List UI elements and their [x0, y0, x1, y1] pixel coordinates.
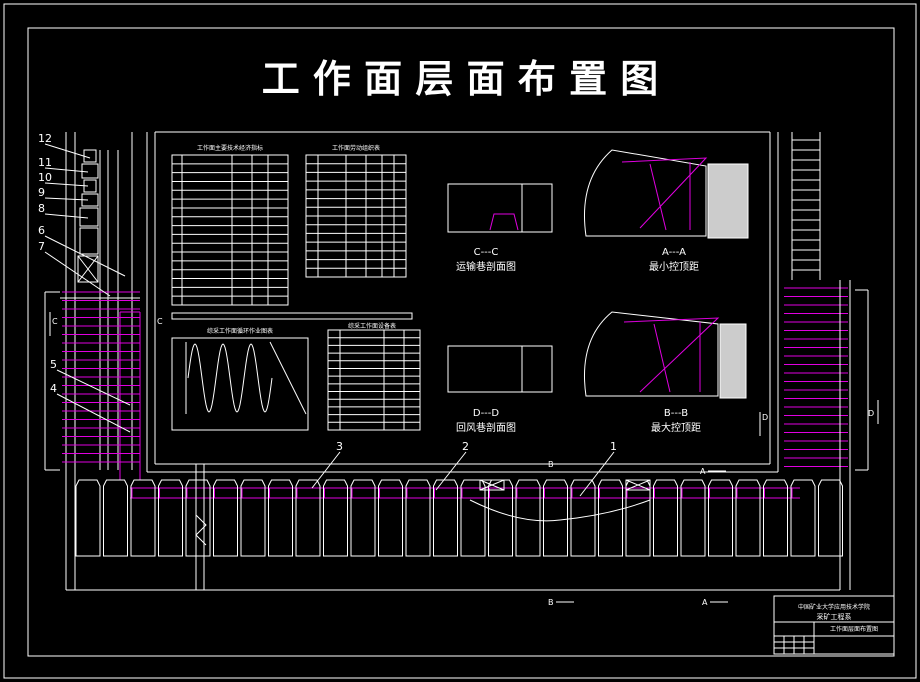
- table-cycle: 综采工作面循环作业图表: [171, 312, 413, 431]
- svg-text:C: C: [52, 317, 58, 326]
- svg-text:综采工作面设备表: 综采工作面设备表: [348, 322, 396, 330]
- callout-9: 9: [38, 186, 45, 199]
- titleblock-drawing: 工作面层面布置图: [830, 625, 878, 633]
- svg-text:D: D: [762, 413, 768, 422]
- drawing-canvas: 工 作 面 层 面 布 置 图 12 11 10 9 8 6 7 5 4 C C…: [0, 0, 920, 682]
- section-dd: D---D 回风巷剖面图: [447, 345, 553, 434]
- callout-8: 8: [38, 202, 45, 215]
- titleblock-school: 中国矿业大学应用技术学院: [798, 603, 870, 611]
- svg-text:A---A: A---A: [662, 247, 686, 258]
- svg-text:B---B: B---B: [664, 408, 688, 419]
- direction-markers: B A B A: [548, 460, 728, 607]
- callout-6: 6: [38, 224, 45, 237]
- callout-2: 2: [462, 440, 469, 453]
- svg-text:综采工作面循环作业图表: 综采工作面循环作业图表: [207, 327, 273, 335]
- callout-11: 11: [38, 156, 52, 169]
- svg-text:工作面劳动组织表: 工作面劳动组织表: [332, 144, 380, 152]
- title-block: 中国矿业大学应用技术学院 采矿工程系 工作面层面布置图: [773, 595, 895, 655]
- drawing-title: 工 作 面 层 面 布 置 图: [262, 57, 659, 101]
- callout-5: 5: [50, 358, 57, 371]
- svg-text:最大控顶距: 最大控顶距: [651, 421, 701, 434]
- svg-text:最小控顶距: 最小控顶距: [649, 260, 699, 273]
- svg-text:C: C: [157, 317, 163, 326]
- table-equipment: 综采工作面设备表: [327, 322, 421, 431]
- svg-text:B: B: [548, 460, 554, 469]
- table-tech-indicators: 工作面主要技术经济指标: [171, 144, 289, 306]
- svg-text:回风巷剖面图: 回风巷剖面图: [456, 421, 516, 434]
- svg-text:B: B: [548, 598, 554, 607]
- svg-text:D: D: [868, 409, 874, 418]
- outer-frame: [3, 3, 917, 679]
- svg-text:运输巷剖面图: 运输巷剖面图: [456, 260, 516, 273]
- callout-12: 12: [38, 132, 52, 145]
- section-cc: C---C 运输巷剖面图: [447, 183, 553, 273]
- svg-text:D---D: D---D: [473, 408, 500, 419]
- section-bb: B---B 最大控顶距: [583, 311, 747, 434]
- svg-text:A: A: [702, 598, 708, 607]
- working-face: [66, 464, 843, 591]
- callout-10: 10: [38, 171, 52, 184]
- callout-3: 3: [336, 440, 343, 453]
- left-supports: [62, 291, 140, 463]
- callout-7: 7: [38, 240, 45, 253]
- cad-drawing: 工 作 面 层 面 布 置 图 12 11 10 9 8 6 7 5 4 C C…: [3, 3, 917, 679]
- table-labor: 工作面劳动组织表: [305, 144, 407, 278]
- callout-4: 4: [50, 382, 57, 395]
- section-c-markers: C C: [49, 312, 163, 336]
- right-supports: [784, 287, 848, 467]
- section-aa: A---A 最小控顶距: [583, 149, 749, 273]
- titleblock-dept: 采矿工程系: [817, 612, 852, 621]
- svg-text:C---C: C---C: [474, 247, 499, 258]
- inner-frame: [27, 27, 895, 657]
- svg-text:A: A: [700, 467, 706, 476]
- callout-1: 1: [610, 440, 617, 453]
- svg-text:工作面主要技术经济指标: 工作面主要技术经济指标: [197, 144, 263, 152]
